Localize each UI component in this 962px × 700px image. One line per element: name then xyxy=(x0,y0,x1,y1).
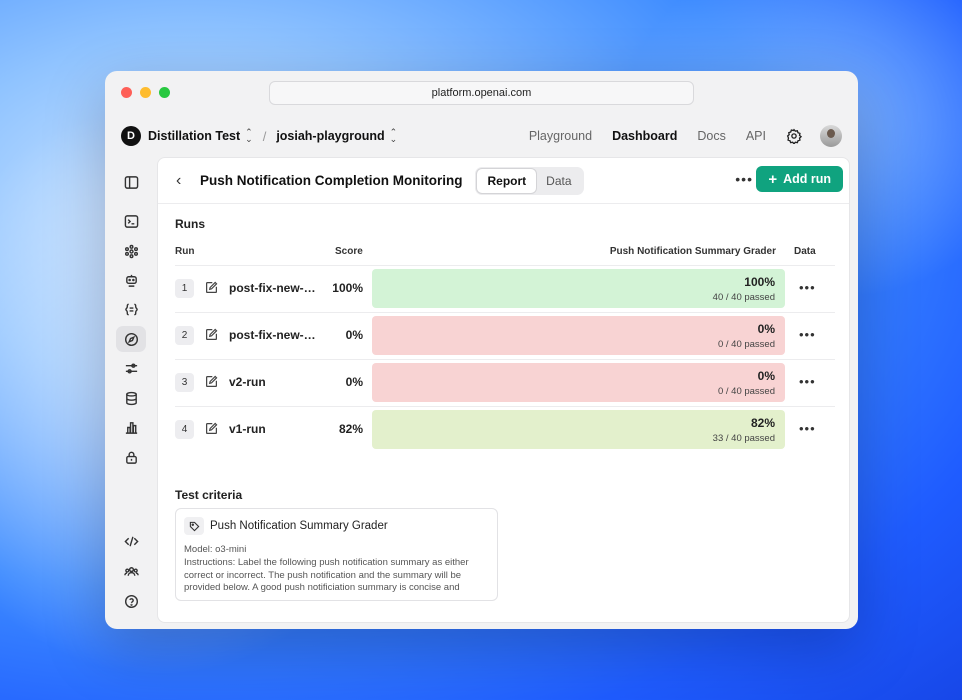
title-bar: platform.openai.com xyxy=(105,71,858,115)
nav-docs[interactable]: Docs xyxy=(697,129,725,143)
chevron-up-down-icon[interactable]: ⌃ ⌄ xyxy=(390,127,398,143)
run-name[interactable]: post-fix-new-m... xyxy=(229,328,321,342)
edit-icon[interactable] xyxy=(205,422,218,435)
org-avatar[interactable]: D xyxy=(121,126,141,146)
chart-icon[interactable] xyxy=(116,414,146,440)
panel-header: ‹ Push Notification Completion Monitorin… xyxy=(158,158,849,204)
row-more-icon[interactable]: ••• xyxy=(799,374,816,389)
grader-percent: 0% xyxy=(757,369,775,383)
add-run-label: Add run xyxy=(783,172,831,186)
tab-data[interactable]: Data xyxy=(536,169,581,193)
test-criteria-label: Test criteria xyxy=(175,488,243,502)
grader-percent: 82% xyxy=(750,416,775,430)
sliders-icon[interactable] xyxy=(116,355,146,381)
grader-result-cell[interactable]: 82% 33 / 40 passed xyxy=(372,410,785,449)
tag-icon xyxy=(184,517,204,535)
bot-icon[interactable] xyxy=(116,267,146,293)
grader-passed-count: 40 / 40 passed xyxy=(712,292,775,303)
grader-instructions: Instructions: Label the following push n… xyxy=(184,557,469,593)
grader-percent: 0% xyxy=(757,322,775,336)
sidebar xyxy=(105,157,157,629)
sidebar-toggle-icon[interactable] xyxy=(116,169,146,195)
compass-icon[interactable] xyxy=(116,326,146,352)
nav-dashboard[interactable]: Dashboard xyxy=(612,129,677,143)
run-number: 4 xyxy=(175,420,194,439)
org-selector[interactable]: Distillation Test xyxy=(148,129,240,143)
grader-result-cell[interactable]: 100% 40 / 40 passed xyxy=(372,269,785,308)
test-criteria-card[interactable]: Push Notification Summary Grader Model: … xyxy=(175,508,498,601)
top-nav: D Distillation Test ⌃ ⌄ / josiah-playgrou… xyxy=(105,115,858,157)
table-row[interactable]: 1 post-fix-new-m... 100% 100% 40 / 40 pa… xyxy=(175,265,835,312)
run-score: 0% xyxy=(345,328,363,342)
run-score: 0% xyxy=(345,375,363,389)
main-panel: ‹ Push Notification Completion Monitorin… xyxy=(157,157,850,623)
code-icon[interactable] xyxy=(116,528,146,554)
plus-icon: + xyxy=(768,170,778,188)
assistants-icon[interactable] xyxy=(116,238,146,264)
help-icon[interactable] xyxy=(116,588,146,614)
back-arrow-icon[interactable]: ‹ xyxy=(176,172,190,190)
database-icon[interactable] xyxy=(116,385,146,411)
gear-icon[interactable] xyxy=(786,128,802,144)
column-header-grader: Push Notification Summary Grader xyxy=(609,246,776,257)
grader-passed-count: 0 / 40 passed xyxy=(717,386,775,397)
chevron-up-down-icon[interactable]: ⌃ ⌄ xyxy=(245,127,253,143)
add-run-button[interactable]: + Add run xyxy=(756,166,843,192)
url-bar[interactable]: platform.openai.com xyxy=(269,81,694,105)
browser-window: platform.openai.com D Distillation Test … xyxy=(105,71,858,629)
runs-section-label: Runs xyxy=(175,217,205,231)
nav-playground[interactable]: Playground xyxy=(529,129,592,143)
row-more-icon[interactable]: ••• xyxy=(799,327,816,342)
project-selector[interactable]: josiah-playground xyxy=(276,129,384,143)
row-more-icon[interactable]: ••• xyxy=(799,421,816,436)
table-row[interactable]: 4 v1-run 82% 82% 33 / 40 passed ••• xyxy=(175,406,835,453)
url-text: platform.openai.com xyxy=(431,87,532,99)
user-avatar[interactable] xyxy=(820,125,842,147)
column-header-data: Data xyxy=(794,246,816,257)
grader-result-cell[interactable]: 0% 0 / 40 passed xyxy=(372,363,785,402)
grader-result-cell[interactable]: 0% 0 / 40 passed xyxy=(372,316,785,355)
breadcrumb-separator: / xyxy=(262,128,267,144)
json-icon[interactable] xyxy=(116,296,146,322)
edit-icon[interactable] xyxy=(205,375,218,388)
terminal-icon[interactable] xyxy=(116,208,146,234)
edit-icon[interactable] xyxy=(205,328,218,341)
table-row[interactable]: 2 post-fix-new-m... 0% 0% 0 / 40 passed … xyxy=(175,312,835,359)
view-toggle: Report Data xyxy=(475,166,584,195)
lock-icon[interactable] xyxy=(116,444,146,470)
grader-passed-count: 33 / 40 passed xyxy=(712,433,775,444)
column-header-run: Run xyxy=(175,246,195,257)
maximize-window-button[interactable] xyxy=(159,87,170,98)
run-name[interactable]: v2-run xyxy=(229,375,321,389)
run-score: 100% xyxy=(332,281,363,295)
minimize-window-button[interactable] xyxy=(140,87,151,98)
run-number: 3 xyxy=(175,373,194,392)
grader-passed-count: 0 / 40 passed xyxy=(717,339,775,350)
run-number: 1 xyxy=(175,279,194,298)
grader-percent: 100% xyxy=(744,275,775,289)
run-score: 82% xyxy=(338,422,363,436)
run-name[interactable]: v1-run xyxy=(229,422,321,436)
run-number: 2 xyxy=(175,326,194,345)
grader-model: Model: o3-mini xyxy=(184,544,247,555)
column-header-score: Score xyxy=(335,246,363,257)
more-options-icon[interactable]: ••• xyxy=(735,171,753,187)
users-icon[interactable] xyxy=(116,558,146,584)
close-window-button[interactable] xyxy=(121,87,132,98)
row-more-icon[interactable]: ••• xyxy=(799,280,816,295)
page-title: Push Notification Completion Monitoring xyxy=(200,173,463,188)
run-name[interactable]: post-fix-new-m... xyxy=(229,281,321,295)
edit-icon[interactable] xyxy=(205,281,218,294)
grader-name: Push Notification Summary Grader xyxy=(210,520,388,532)
tab-report[interactable]: Report xyxy=(477,168,537,193)
table-row[interactable]: 3 v2-run 0% 0% 0 / 40 passed ••• xyxy=(175,359,835,406)
nav-api[interactable]: API xyxy=(746,129,766,143)
